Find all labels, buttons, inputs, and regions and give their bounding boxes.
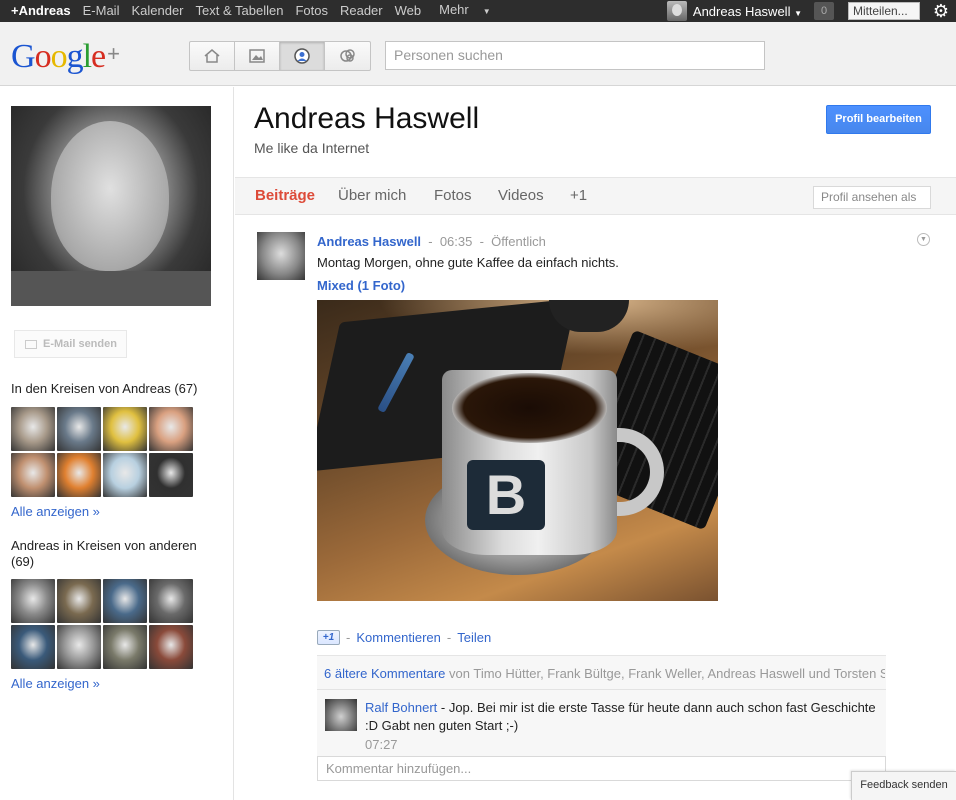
post-menu-icon[interactable]: ▼ [917, 233, 930, 246]
circles-of-avatar[interactable] [57, 625, 101, 669]
circles-in-avatar[interactable] [57, 407, 101, 451]
send-email-button[interactable]: E-Mail senden [14, 330, 127, 358]
post-author-avatar[interactable] [257, 232, 305, 280]
circles-of-avatar[interactable] [103, 579, 147, 623]
top-nav-email[interactable]: E-Mail [77, 0, 126, 22]
circles-in-show-all[interactable]: Alle anzeigen » [11, 504, 100, 519]
circles-of-avatar[interactable] [11, 579, 55, 623]
older-comments-authors: von Timo Hütter, Frank Bültge, Frank Wel… [449, 666, 885, 681]
chevron-down-icon: ▼ [482, 7, 491, 16]
circles-in-avatar[interactable] [57, 453, 101, 497]
comment-body: Ralf Bohnert - Jop. Bei mir ist die erst… [365, 699, 880, 735]
account-name: Andreas Haswell [692, 3, 791, 19]
top-nav-docs[interactable]: Text & Tabellen [190, 0, 290, 22]
tab-posts[interactable]: Beiträge [255, 178, 315, 214]
share-box-button[interactable]: Mitteilen... [848, 2, 920, 20]
tab-photos[interactable]: Fotos [434, 178, 472, 214]
post-header: Andreas Haswell - 06:35 - Öffentlich [317, 234, 546, 249]
circles-in-avatar[interactable] [103, 407, 147, 451]
header: Google+ Personen suchen [0, 22, 956, 86]
send-feedback-button[interactable]: Feedback senden [851, 771, 956, 800]
profile-icon[interactable] [280, 42, 325, 70]
view-profile-as-input[interactable]: Profil ansehen als [813, 186, 931, 209]
home-icon[interactable] [190, 42, 235, 70]
plus-one-button[interactable]: +1 [317, 630, 340, 645]
circles-of-grid [11, 579, 193, 669]
circles-in-avatar[interactable] [11, 407, 55, 451]
post-actions: +1 - Kommentieren - Teilen [317, 630, 491, 645]
top-nav-profile[interactable]: +Andreas [0, 0, 77, 22]
profile-sidebar: E-Mail senden In den Kreisen von Andreas… [0, 87, 234, 800]
circles-in-avatar[interactable] [149, 407, 193, 451]
profile-main: Andreas Haswell Me like da Internet Prof… [235, 87, 956, 800]
send-email-label: E-Mail senden [43, 338, 117, 350]
comment-avatar[interactable] [325, 699, 357, 731]
comments-section: 6 ältere Kommentare von Timo Hütter, Fra… [317, 655, 886, 767]
older-comments-count[interactable]: 6 ältere Kommentare [324, 666, 445, 681]
profile-tabs: Beiträge Über mich Fotos Videos +1 Profi… [235, 177, 956, 215]
profile-tagline: Me like da Internet [254, 140, 370, 156]
top-right: Andreas Haswell ▼ 0 Mitteilen... ⚙ [666, 0, 956, 22]
top-bar: +Andreas E-Mail Kalender Text & Tabellen… [0, 0, 956, 22]
google-plus-logo[interactable]: Google+ [11, 34, 120, 77]
circles-of-avatar[interactable] [103, 625, 147, 669]
comment-time[interactable]: 07:27 [365, 737, 398, 752]
top-nav-more-label: Mehr [439, 2, 469, 17]
circles-icon[interactable] [325, 42, 370, 70]
post-text: Montag Morgen, ohne gute Kaffee da einfa… [317, 255, 619, 270]
circles-in-avatar[interactable] [103, 453, 147, 497]
avatar[interactable] [666, 1, 687, 21]
tab-plusones[interactable]: +1 [570, 178, 587, 214]
profile-name: Andreas Haswell [254, 102, 480, 135]
post-visibility[interactable]: Öffentlich [491, 234, 546, 249]
post-photo[interactable]: B [317, 300, 718, 601]
circles-in-title: In den Kreisen von Andreas (67) [11, 381, 198, 396]
search-input[interactable]: Personen suchen [385, 41, 765, 70]
chevron-down-icon: ▼ [794, 8, 802, 18]
gear-icon[interactable]: ⚙ [930, 0, 952, 22]
envelope-icon [25, 339, 37, 349]
circles-of-title: Andreas in Kreisen von anderen (69) [11, 538, 197, 569]
circles-of-avatar[interactable] [57, 579, 101, 623]
top-nav: +Andreas E-Mail Kalender Text & Tabellen… [0, 0, 503, 22]
circles-in-avatar[interactable] [11, 453, 55, 497]
tab-videos[interactable]: Videos [498, 178, 544, 214]
circles-in-grid [11, 407, 193, 497]
photos-icon[interactable] [235, 42, 280, 70]
stream-nav [189, 41, 371, 71]
comment-text: - Jop. Bei mir ist die erste Tasse für h… [365, 700, 876, 733]
account-menu[interactable]: Andreas Haswell ▼ [693, 4, 802, 19]
circles-of-avatar[interactable] [11, 625, 55, 669]
top-nav-calendar[interactable]: Kalender [125, 0, 189, 22]
comment-author[interactable]: Ralf Bohnert [365, 700, 437, 715]
comment-link[interactable]: Kommentieren [356, 630, 441, 645]
tab-about[interactable]: Über mich [338, 178, 406, 214]
older-comments[interactable]: 6 ältere Kommentare von Timo Hütter, Fra… [324, 666, 885, 681]
circles-of-avatar[interactable] [149, 625, 193, 669]
post-time[interactable]: 06:35 [440, 234, 473, 249]
circles-in-avatar[interactable] [149, 453, 193, 497]
share-link[interactable]: Teilen [457, 630, 491, 645]
edit-profile-button[interactable]: Profil bearbeiten [826, 105, 931, 134]
add-comment-input[interactable]: Kommentar hinzufügen... [317, 756, 886, 781]
top-nav-more[interactable]: Mehr ▼ [427, 0, 503, 23]
profile-photo[interactable] [11, 106, 211, 306]
top-nav-web[interactable]: Web [389, 0, 428, 22]
album-link[interactable]: Mixed (1 Foto) [317, 278, 405, 293]
circles-of-show-all[interactable]: Alle anzeigen » [11, 676, 100, 691]
top-nav-photos[interactable]: Fotos [289, 0, 334, 22]
post-author[interactable]: Andreas Haswell [317, 234, 421, 249]
notification-count[interactable]: 0 [814, 2, 834, 20]
circles-of-avatar[interactable] [149, 579, 193, 623]
top-nav-reader[interactable]: Reader [334, 0, 389, 22]
